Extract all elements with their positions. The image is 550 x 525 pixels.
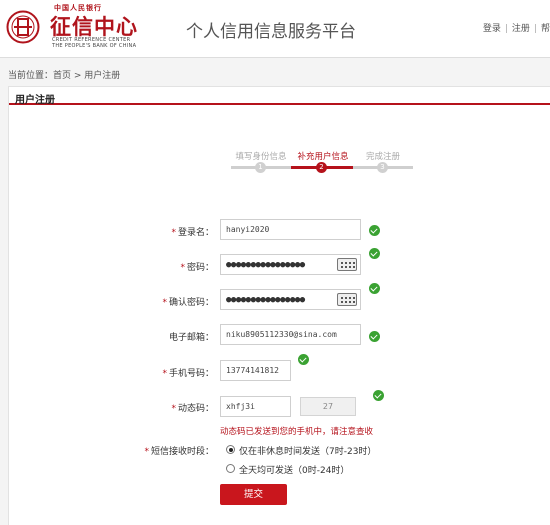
confirm-password-mask: ●●●●●●●●●●●●●●●● — [226, 295, 305, 305]
seal-icon — [6, 10, 40, 44]
required-mark: * — [180, 263, 185, 273]
sms-option-allday-radio[interactable] — [226, 464, 235, 473]
sms-option-daytime-radio[interactable] — [226, 445, 235, 454]
confirm-password-valid-check-icon — [369, 283, 380, 294]
sms-option-daytime-label[interactable]: 仅在非休息时间发送（7时-23时） — [239, 444, 376, 457]
register-link[interactable]: 注册 — [512, 24, 530, 34]
login-name-label: * 登录名： — [171, 228, 214, 238]
phone-valid-check-icon — [298, 354, 309, 365]
virtual-keyboard-icon[interactable] — [337, 293, 357, 306]
panel-title: 用户注册 — [15, 95, 55, 106]
email-label: 电子邮箱： — [168, 333, 214, 343]
help-link[interactable]: 帮 — [541, 24, 550, 34]
step-3-circle: 3 — [377, 162, 388, 173]
password-mask: ●●●●●●●●●●●●●●●● — [226, 260, 305, 270]
send-code-countdown-button[interactable]: 27 — [300, 397, 356, 416]
required-mark: * — [162, 369, 167, 379]
required-mark: * — [171, 228, 176, 238]
required-mark: * — [144, 447, 149, 457]
login-valid-check-icon — [369, 225, 380, 236]
required-mark: * — [162, 298, 167, 308]
sms-option-allday-label[interactable]: 全天均可发送（0时-24时） — [239, 463, 349, 476]
step-3-label: 完成注册 — [365, 152, 400, 162]
login-name-input[interactable]: hanyi2020 — [220, 219, 361, 240]
site-title: 个人信用信息服务平台 — [186, 22, 356, 42]
confirm-password-input[interactable]: ●●●●●●●●●●●●●●●● — [220, 289, 361, 310]
code-valid-check-icon — [373, 390, 384, 401]
logo-english-line2: THE PEOPLE'S BANK OF CHINA — [52, 43, 137, 49]
breadcrumb: 当前位置：首页 > 用户注册 — [8, 71, 121, 81]
site-header: 中国人民银行 征信中心 CREDIT REFERENCE CENTER THE … — [0, 0, 550, 58]
email-valid-check-icon — [369, 331, 380, 342]
link-separator: | — [533, 24, 537, 34]
code-sent-hint: 动态码已发送到您的手机中，请注意查收 — [220, 427, 374, 437]
password-input[interactable]: ●●●●●●●●●●●●●●●● — [220, 254, 361, 275]
header-links: 登录 | 注册 | 帮 — [483, 21, 550, 34]
password-valid-check-icon — [369, 248, 380, 259]
phone-label: * 手机号码： — [162, 369, 214, 379]
virtual-keyboard-icon[interactable] — [337, 258, 357, 271]
dynamic-code-label: * 动态码： — [171, 404, 214, 414]
dynamic-code-input[interactable]: xhfj3i — [220, 396, 291, 417]
submit-button[interactable]: 提交 — [220, 484, 287, 505]
step-2-circle: 2 — [316, 162, 327, 173]
phone-input[interactable]: 13774141812 — [220, 360, 291, 381]
pbc-credit-reference-logo[interactable]: 中国人民银行 征信中心 CREDIT REFERENCE CENTER THE … — [6, 4, 144, 50]
email-input[interactable]: niku8905112330@sina.com — [220, 324, 361, 345]
link-separator: | — [504, 24, 508, 34]
login-link[interactable]: 登录 — [483, 24, 501, 34]
confirm-password-label: * 确认密码： — [162, 298, 214, 308]
password-label: * 密码： — [180, 263, 214, 273]
panel-header: 用户注册 — [9, 87, 550, 106]
required-mark: * — [171, 404, 176, 414]
sms-period-label: * 短信接收时段： — [144, 447, 214, 457]
step-1-circle: 1 — [255, 162, 266, 173]
